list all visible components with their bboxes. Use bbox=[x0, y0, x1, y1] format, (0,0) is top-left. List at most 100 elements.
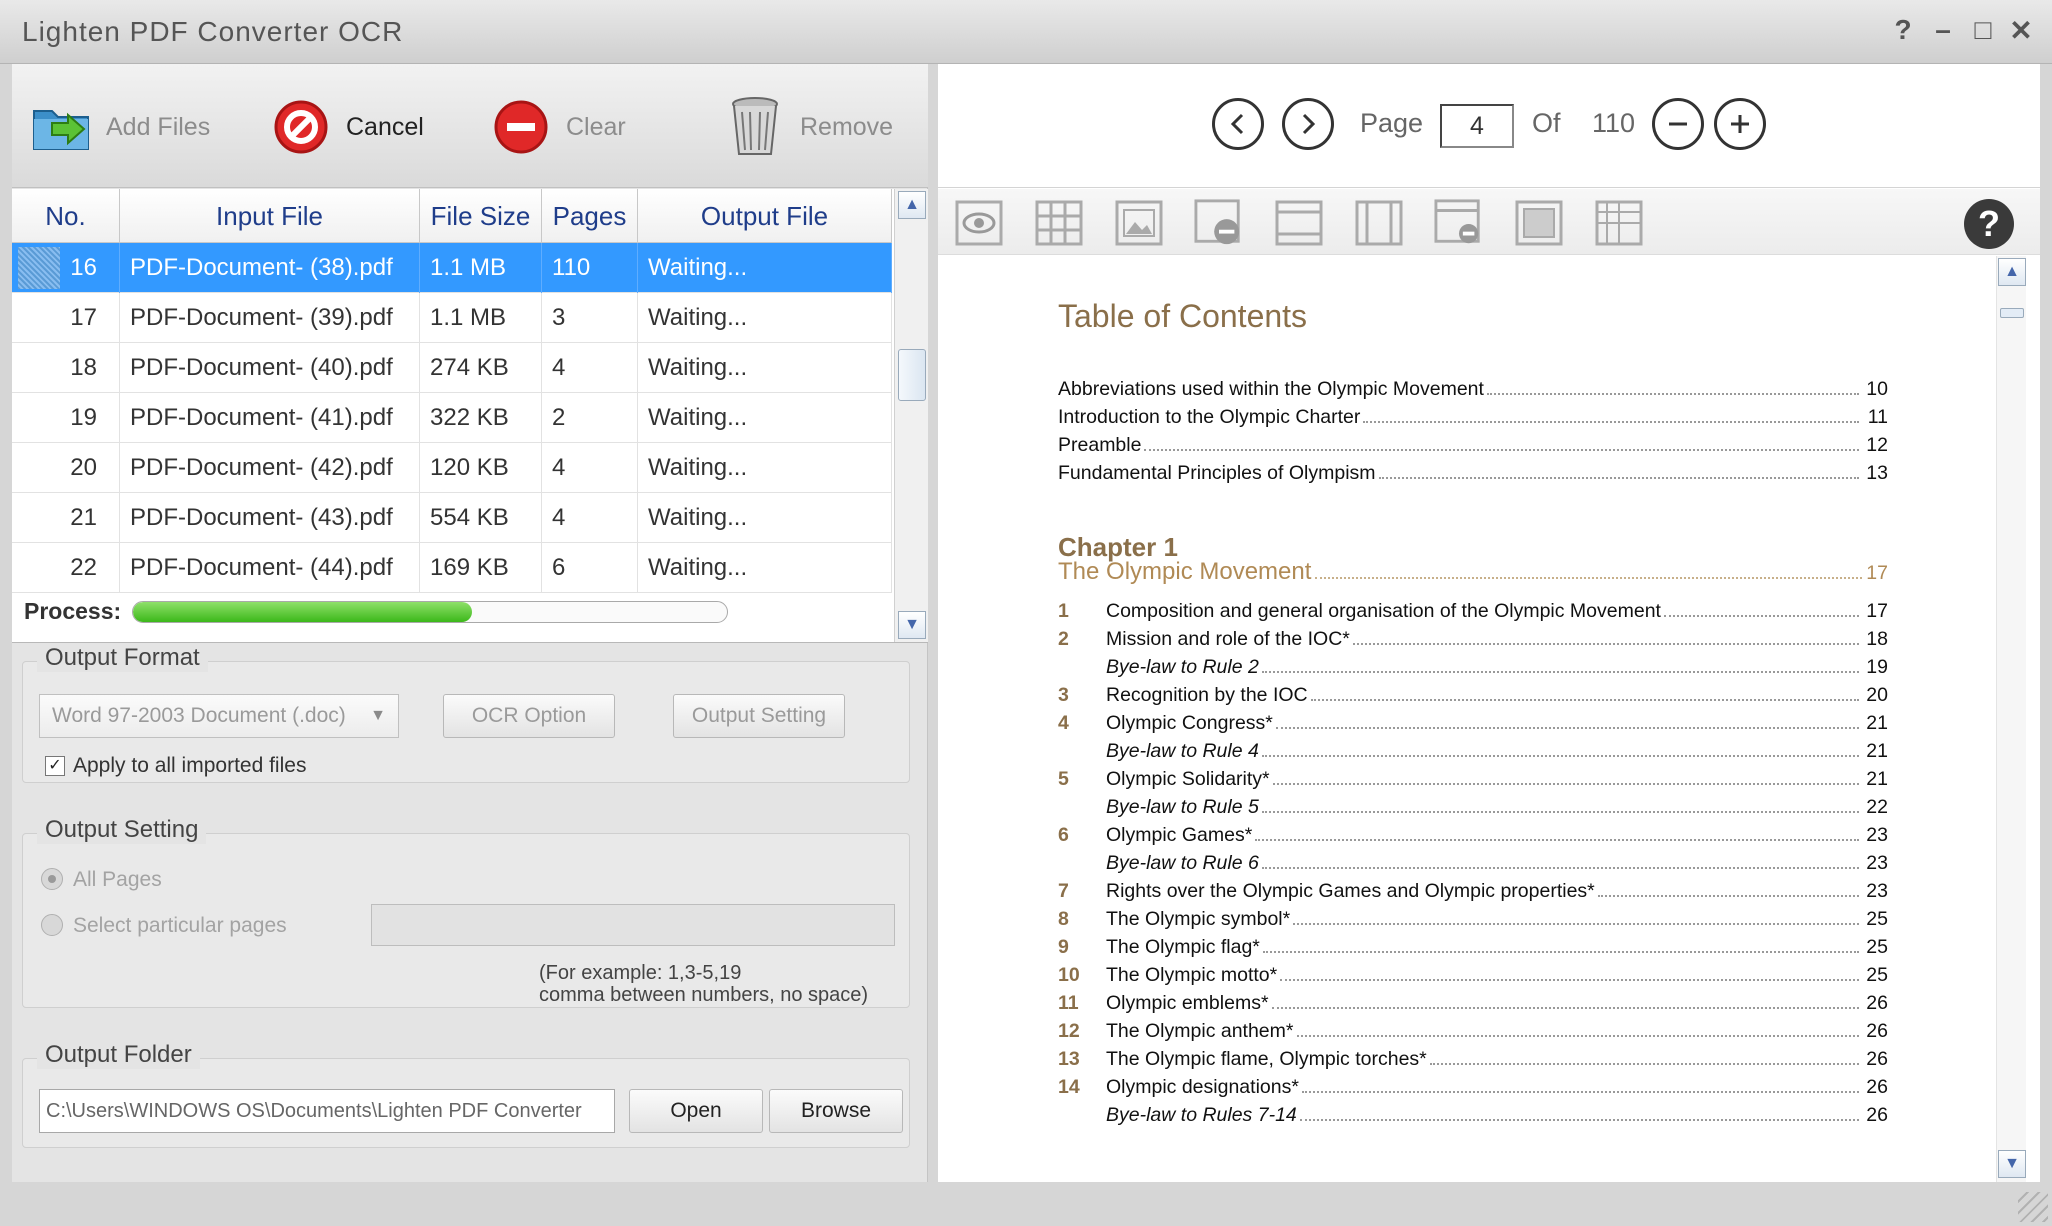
table-scroll-thumb[interactable] bbox=[898, 349, 926, 401]
resize-grip[interactable] bbox=[2018, 1192, 2048, 1222]
column-header-no[interactable]: No. bbox=[12, 189, 120, 243]
row-number: 19 bbox=[12, 393, 120, 443]
row-output-file: Waiting... bbox=[638, 443, 892, 493]
add-files-label: Add Files bbox=[106, 112, 211, 141]
toc-entry-page: 13 bbox=[1866, 462, 1888, 484]
vertical-split-icon[interactable] bbox=[1354, 199, 1404, 247]
table-row[interactable]: 22 PDF-Document- (44).pdf 169 KB 6 Waiti… bbox=[12, 543, 892, 593]
toc-entry-page: 26 bbox=[1866, 1104, 1888, 1126]
toc-entry-page: 25 bbox=[1866, 908, 1888, 930]
document-scroll-thumb[interactable] bbox=[2000, 308, 2024, 318]
minus-icon bbox=[1669, 122, 1687, 126]
table-row[interactable]: 17 PDF-Document- (39).pdf 1.1 MB 3 Waiti… bbox=[12, 293, 892, 343]
toc-entry: Bye-law to Rules 7-14 26 bbox=[1058, 1104, 1888, 1130]
select-pages-radio[interactable] bbox=[41, 914, 63, 936]
format-select[interactable]: Word 97-2003 Document (.doc) ▼ bbox=[39, 694, 399, 738]
ocr-option-button[interactable]: OCR Option bbox=[443, 694, 615, 738]
horizontal-split-icon[interactable] bbox=[1274, 199, 1324, 247]
clear-icon bbox=[490, 96, 552, 158]
apply-all-label: Apply to all imported files bbox=[73, 754, 307, 777]
next-page-button[interactable] bbox=[1282, 98, 1334, 150]
page-number-input[interactable]: 4 bbox=[1440, 104, 1514, 148]
row-pages: 2 bbox=[542, 393, 638, 443]
open-folder-button[interactable]: Open bbox=[629, 1089, 763, 1133]
row-pages: 110 bbox=[542, 243, 638, 293]
table-row[interactable]: 19 PDF-Document- (41).pdf 322 KB 2 Waiti… bbox=[12, 393, 892, 443]
add-files-button[interactable]: Add Files bbox=[30, 92, 210, 162]
close-button[interactable]: ✕ bbox=[2004, 14, 2038, 47]
toc-entry: Bye-law to Rule 5 22 bbox=[1058, 796, 1888, 822]
chapter-title: The Olympic Movement bbox=[1058, 558, 1312, 585]
remove-region-icon[interactable] bbox=[1194, 199, 1244, 247]
image-icon[interactable] bbox=[1114, 199, 1164, 247]
zoom-out-button[interactable] bbox=[1652, 98, 1704, 150]
help-button[interactable]: ? bbox=[1886, 14, 1920, 46]
apply-all-checkbox[interactable]: ✓ bbox=[45, 756, 65, 776]
toc-entry-number: 2 bbox=[1058, 628, 1069, 650]
document-scrollbar[interactable]: ▲ ▼ bbox=[1996, 256, 2026, 1182]
toc-entry: 9 The Olympic flag* 25 bbox=[1058, 936, 1888, 962]
help-icon[interactable]: ? bbox=[1964, 199, 2014, 249]
output-setting-button[interactable]: Output Setting bbox=[673, 694, 845, 738]
row-input-file: PDF-Document- (39).pdf bbox=[120, 293, 420, 343]
table-row[interactable]: 16 PDF-Document- (38).pdf 1.1 MB 110 Wai… bbox=[12, 243, 892, 293]
scroll-up-arrow-icon[interactable]: ▲ bbox=[898, 191, 926, 219]
toc-entry: Fundamental Principles of Olympism 13 bbox=[1058, 462, 1888, 488]
table-row[interactable]: 18 PDF-Document- (40).pdf 274 KB 4 Waiti… bbox=[12, 343, 892, 393]
all-pages-radio[interactable] bbox=[41, 868, 63, 890]
viewer-navigation: Page 4 Of 110 bbox=[938, 64, 2040, 188]
browse-folder-button[interactable]: Browse bbox=[769, 1089, 903, 1133]
previous-page-button[interactable] bbox=[1212, 98, 1264, 150]
remove-button[interactable]: Remove bbox=[724, 92, 893, 162]
toc-entry: Bye-law to Rule 4 21 bbox=[1058, 740, 1888, 766]
table-body: 16 PDF-Document- (38).pdf 1.1 MB 110 Wai… bbox=[12, 243, 892, 593]
clear-button[interactable]: Clear bbox=[490, 92, 626, 162]
toc-entry-page: 12 bbox=[1866, 434, 1888, 456]
zoom-in-button[interactable] bbox=[1714, 98, 1766, 150]
maximize-button[interactable]: □ bbox=[1966, 14, 2000, 46]
scroll-down-arrow-icon[interactable]: ▼ bbox=[898, 611, 926, 639]
grid-icon[interactable] bbox=[1034, 199, 1084, 247]
table-icon[interactable] bbox=[1594, 199, 1644, 247]
trash-icon bbox=[724, 96, 786, 158]
column-header-pages[interactable]: Pages bbox=[542, 189, 638, 243]
output-folder-field[interactable]: C:\Users\WINDOWS OS\Documents\Lighten PD… bbox=[39, 1089, 615, 1133]
document-preview: Table of Contents Abbreviations used wit… bbox=[938, 256, 2040, 1182]
table-row[interactable]: 21 PDF-Document- (43).pdf 554 KB 4 Waiti… bbox=[12, 493, 892, 543]
output-setting-title: Output Setting bbox=[37, 816, 207, 844]
pages-input[interactable] bbox=[371, 904, 895, 946]
row-input-file: PDF-Document- (40).pdf bbox=[120, 343, 420, 393]
eye-icon[interactable] bbox=[954, 199, 1004, 247]
row-pages: 3 bbox=[542, 293, 638, 343]
row-file-size: 322 KB bbox=[420, 393, 542, 443]
cancel-button[interactable]: Cancel bbox=[270, 92, 424, 162]
remove-page-icon[interactable] bbox=[1434, 199, 1484, 247]
row-output-file: Waiting... bbox=[638, 543, 892, 593]
toc-entry-text: Bye-law to Rule 4 bbox=[1106, 740, 1259, 762]
toc-entry-text: The Olympic flame, Olympic torches* bbox=[1106, 1048, 1427, 1070]
column-header-output-file[interactable]: Output File bbox=[638, 189, 892, 243]
folder-add-icon bbox=[30, 96, 92, 158]
frame-icon[interactable] bbox=[1514, 199, 1564, 247]
toc-entry-number: 13 bbox=[1058, 1048, 1080, 1070]
toc-entry-text: Olympic designations* bbox=[1106, 1076, 1299, 1098]
app-title: Lighten PDF Converter OCR bbox=[22, 16, 404, 47]
row-pages: 4 bbox=[542, 443, 638, 493]
toc-entry-number: 14 bbox=[1058, 1076, 1080, 1098]
scroll-up-arrow-icon[interactable]: ▲ bbox=[1998, 258, 2026, 286]
column-header-file-size[interactable]: File Size bbox=[420, 189, 542, 243]
row-number: 17 bbox=[12, 293, 120, 343]
table-scrollbar[interactable]: ▲ ▼ bbox=[894, 189, 928, 642]
row-input-file: PDF-Document- (42).pdf bbox=[120, 443, 420, 493]
table-row[interactable]: 20 PDF-Document- (42).pdf 120 KB 4 Waiti… bbox=[12, 443, 892, 493]
toc-entry-number: 3 bbox=[1058, 684, 1069, 706]
column-header-input-file[interactable]: Input File bbox=[120, 189, 420, 243]
toc-entry-page: 26 bbox=[1866, 992, 1888, 1014]
toc-entry-page: 21 bbox=[1866, 740, 1888, 762]
toc-entry: 10 The Olympic motto* 25 bbox=[1058, 964, 1888, 990]
minimize-button[interactable]: – bbox=[1926, 14, 1960, 46]
row-output-file: Waiting... bbox=[638, 393, 892, 443]
toc-entry: 6 Olympic Games* 23 bbox=[1058, 824, 1888, 850]
toc-entry: 11 Olympic emblems* 26 bbox=[1058, 992, 1888, 1018]
scroll-down-arrow-icon[interactable]: ▼ bbox=[1998, 1150, 2026, 1178]
